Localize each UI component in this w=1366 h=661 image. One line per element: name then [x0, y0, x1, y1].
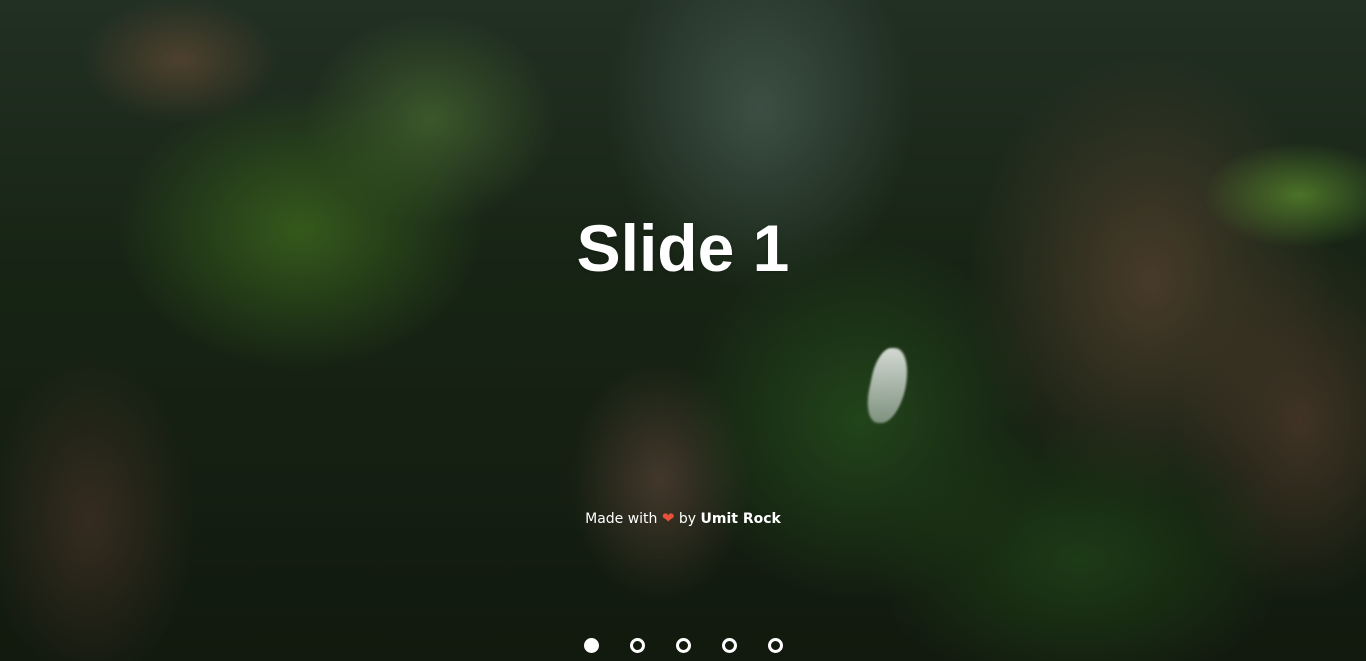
credit-line: Made with ❤ by Umit Rock	[0, 508, 1366, 529]
pagination-dot-2[interactable]	[629, 638, 645, 653]
heart-icon: ❤	[661, 509, 675, 527]
slide-background-image	[0, 0, 1366, 661]
pagination-dot-5[interactable]	[767, 638, 783, 653]
pagination-dot-3[interactable]	[675, 638, 691, 653]
slider: Slide 1 Made with ❤ by Umit Rock	[0, 0, 1366, 661]
credit-author[interactable]: Umit Rock	[701, 511, 781, 527]
pagination-dots	[0, 638, 1366, 653]
credit-prefix: Made with	[585, 511, 658, 527]
pagination-dot-1[interactable]	[583, 638, 599, 653]
credit-by: by	[678, 511, 697, 527]
slide-title: Slide 1	[576, 211, 790, 285]
pagination-dot-4[interactable]	[721, 638, 737, 653]
